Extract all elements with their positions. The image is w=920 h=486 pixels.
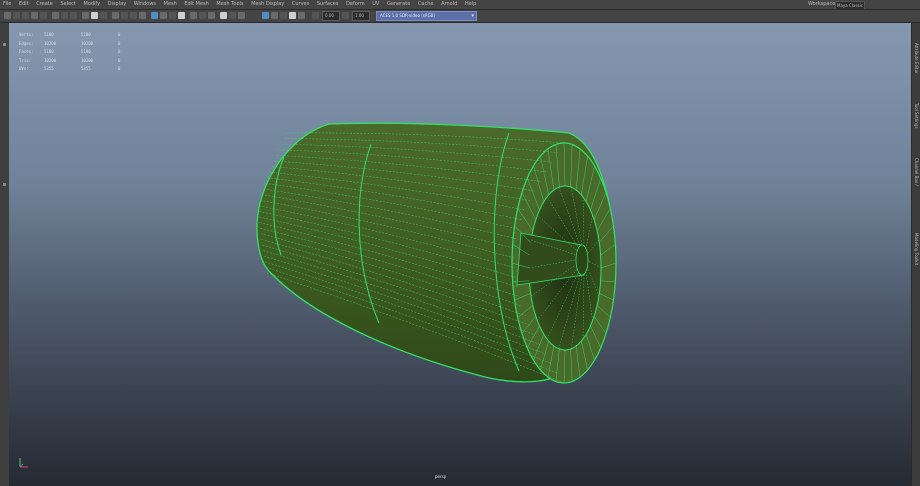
motion-blur-icon[interactable] <box>220 12 227 19</box>
smooth-shade-icon[interactable] <box>121 12 128 19</box>
bookmark-icon[interactable] <box>31 12 38 19</box>
view-transform-select[interactable]: ACES 1.0 SDR-video (sRGB) ▾ <box>376 11 477 21</box>
hud-row: UVs: 5355 5355 0 <box>19 65 128 74</box>
film-gate-icon[interactable] <box>61 12 68 19</box>
menu-display[interactable]: Display <box>105 0 129 9</box>
hud-label: Verts: <box>19 32 34 37</box>
menu-arnold[interactable]: Arnold <box>438 0 460 9</box>
camera-attributes-icon[interactable] <box>22 12 29 19</box>
mesh-wireframe <box>256 122 617 384</box>
menu-create[interactable]: Create <box>33 0 56 9</box>
menu-windows[interactable]: Windows <box>131 0 159 9</box>
resolution-gate-icon[interactable] <box>70 12 77 19</box>
hud-value: 0 <box>118 49 121 54</box>
textured-icon[interactable] <box>130 12 137 19</box>
hud-value: 5100 <box>81 32 91 37</box>
menu-help[interactable]: Help <box>462 0 479 9</box>
menu-select[interactable]: Select <box>57 0 78 9</box>
hud-row: Verts: 5100 5100 0 <box>19 31 128 40</box>
menu-curves[interactable]: Curves <box>289 0 312 9</box>
chevron-down-icon: ▾ <box>471 13 474 19</box>
lights-icon[interactable] <box>139 12 146 19</box>
hud-row: Tris: 10200 10200 0 <box>19 57 128 66</box>
hud-value: 10200 <box>81 57 94 63</box>
menu-modify[interactable]: Modify <box>81 0 104 9</box>
tab-modeling-toolkit[interactable]: Modeling Toolkit <box>913 233 920 273</box>
hud-label: Edges: <box>19 40 34 46</box>
hud-row: Edges: 10200 10200 0 <box>19 40 128 49</box>
select-camera-icon[interactable] <box>4 12 11 19</box>
hud-value: 0 <box>118 66 121 71</box>
mesh-inner-tip <box>575 244 589 276</box>
hud-value: 5100 <box>44 49 54 54</box>
hud-value: 10200 <box>44 57 57 63</box>
hud-value: 5100 <box>44 32 54 37</box>
wireframe-on-shaded-icon[interactable] <box>151 12 158 19</box>
exposure-icon[interactable] <box>312 12 319 19</box>
menu-edit[interactable]: Edit <box>16 0 32 9</box>
tab-channel-box[interactable]: Channel Box / Layer Editor <box>913 158 920 198</box>
hud-value: 0 <box>118 32 121 37</box>
hud-value: 0 <box>118 40 121 46</box>
menu-mesh-tools[interactable]: Mesh Tools <box>213 0 246 9</box>
menu-file[interactable]: File <box>0 0 14 9</box>
lock-camera-icon[interactable] <box>13 12 20 19</box>
isolate-select-icon[interactable] <box>262 12 269 19</box>
hud-value: 5355 <box>44 66 54 71</box>
hud-icon[interactable] <box>289 12 296 19</box>
xray-joints-icon[interactable] <box>169 12 176 19</box>
hud-value: 10200 <box>81 40 94 46</box>
select-tool-icon[interactable] <box>3 43 6 46</box>
menu-surfaces[interactable]: Surfaces <box>314 0 342 9</box>
gamma-field[interactable]: 1.00 <box>352 11 370 21</box>
field-chart-icon[interactable] <box>91 12 98 19</box>
ssao-icon[interactable] <box>280 12 287 19</box>
depth-of-field-icon[interactable] <box>238 12 245 19</box>
menu-uv[interactable]: UV <box>369 0 382 9</box>
view-axis-icon <box>19 458 28 468</box>
anti-alias-icon[interactable] <box>229 12 236 19</box>
view-transform-value: ACES 1.0 SDR-video (sRGB) <box>380 13 436 18</box>
hud-label: UVs: <box>19 66 29 71</box>
viewport[interactable]: Verts: 5100 5100 0 Edges: 10200 10200 0 … <box>9 23 911 486</box>
wireframe-icon[interactable] <box>112 12 119 19</box>
tab-attribute-editor[interactable]: Attribute Editor <box>913 43 920 83</box>
gamma-icon[interactable] <box>342 12 349 19</box>
image-plane-icon[interactable] <box>40 12 47 19</box>
menu-bar: File Edit Create Select Modify Display W… <box>0 0 920 10</box>
hud-value: 5355 <box>81 66 91 71</box>
exposure-field[interactable]: 0.00 <box>322 11 340 21</box>
tab-tool-settings[interactable]: Tool Settings <box>913 103 920 143</box>
right-panel-tabs: Attribute Editor Tool Settings Channel B… <box>911 23 920 486</box>
hud-value: 5100 <box>81 49 91 54</box>
ambient-occlusion-icon[interactable] <box>208 12 215 19</box>
hud-value: 10200 <box>44 40 57 46</box>
menu-deform[interactable]: Deform <box>343 0 368 9</box>
backface-culling-icon[interactable] <box>190 12 197 19</box>
color-space-icon[interactable] <box>298 12 305 19</box>
safe-action-icon[interactable] <box>100 12 107 19</box>
xray-icon[interactable] <box>160 12 167 19</box>
hud-label: Tris: <box>19 57 32 63</box>
poly-count-hud: Verts: 5100 5100 0 Edges: 10200 10200 0 … <box>19 31 128 74</box>
menu-mesh[interactable]: Mesh <box>161 0 180 9</box>
layout-icon[interactable] <box>3 183 6 186</box>
workspace-select[interactable]: Maya Classic <box>835 1 865 9</box>
hud-value: 0 <box>118 57 121 63</box>
camera-name-label: persp <box>435 474 447 479</box>
menu-cache[interactable]: Cache <box>415 0 437 9</box>
high-quality-icon[interactable] <box>271 12 278 19</box>
menu-edit-mesh[interactable]: Edit Mesh <box>181 0 211 9</box>
menu-mesh-display[interactable]: Mesh Display <box>248 0 287 9</box>
shadows-icon[interactable] <box>199 12 206 19</box>
grid-icon[interactable] <box>52 12 59 19</box>
menu-generate[interactable]: Generate <box>384 0 413 9</box>
hud-row: Faces: 5100 5100 0 <box>19 48 128 57</box>
panel-toolbar: 0.00 1.00 ACES 1.0 SDR-video (sRGB) ▾ <box>0 10 920 23</box>
hud-label: Faces: <box>19 49 34 54</box>
gate-mask-icon[interactable] <box>82 12 89 19</box>
xray-active-icon[interactable] <box>178 12 185 19</box>
